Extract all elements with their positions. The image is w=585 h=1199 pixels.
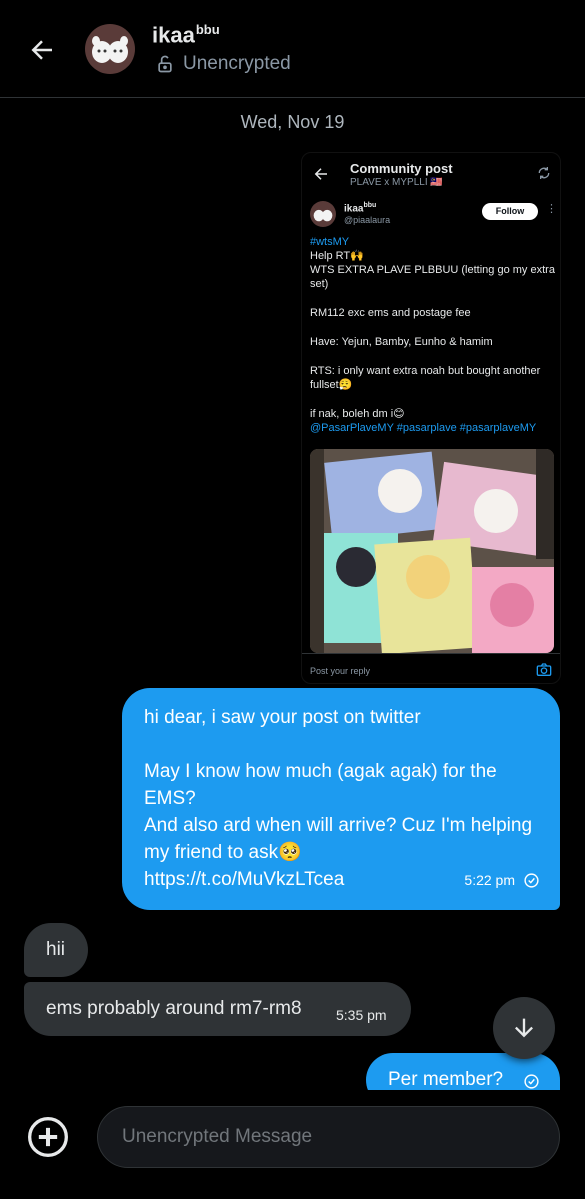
plus-circle-icon	[28, 1117, 68, 1157]
post-hashtag: #wtsMY	[310, 236, 350, 248]
post-photo	[310, 449, 554, 653]
encryption-status: Unencrypted	[155, 53, 291, 75]
shared-post-image[interactable]: Community post PLAVE x MYPLLI 🇲🇾 ikaabbu…	[301, 152, 561, 684]
message-bubble-incoming[interactable]: ems probably around rm7-rm8 5:35 pm	[24, 982, 411, 1036]
post-line: Have: Yejun, Bamby, Eunho & hamim	[310, 336, 493, 348]
message-bubble-outgoing[interactable]: hi dear, i saw your post on twitter May …	[122, 688, 560, 910]
check-circle-icon	[524, 1074, 539, 1089]
message-text: hii	[46, 939, 66, 960]
post-line: Help RT🙌	[310, 250, 364, 262]
conversation-header: ikaabbu Unencrypted	[0, 0, 585, 98]
shared-post-username: ikaabbu	[344, 202, 376, 214]
message-meta: 5:35 pm	[336, 1002, 387, 1029]
check-circle-icon	[524, 873, 539, 888]
message-time: 5:35 pm	[336, 1007, 387, 1023]
more-vertical-icon: ⋮	[546, 203, 557, 215]
shared-post-title: Community post	[350, 161, 453, 176]
add-attachment-button[interactable]	[25, 1114, 71, 1160]
lock-open-icon	[158, 55, 172, 73]
message-time: 5:22 pm	[464, 872, 515, 888]
date-separator: Wed, Nov 19	[240, 112, 345, 132]
message-text: hi dear, i saw your post on twitter	[144, 707, 421, 728]
refresh-icon	[538, 167, 550, 179]
camera-icon	[536, 663, 552, 677]
follow-button: Follow	[482, 203, 538, 220]
contact-name-text: ikaa	[152, 22, 195, 48]
shared-post-username-sup: bbu	[363, 202, 377, 209]
shared-post-header: Community post PLAVE x MYPLLI 🇲🇾	[302, 153, 560, 197]
scroll-to-bottom-button[interactable]	[493, 997, 555, 1059]
shared-post-text: #wtsMY Help RT🙌 WTS EXTRA PLAVE PLBBUU (…	[310, 235, 556, 435]
message-text: Per member?	[388, 1069, 504, 1090]
message-composer	[0, 1090, 585, 1199]
contact-name-sup: bbu	[195, 22, 220, 37]
contact-avatar[interactable]	[85, 24, 135, 74]
message-text: And also ard when will arrive? Cuz I'm h…	[144, 815, 533, 863]
back-button[interactable]	[22, 30, 62, 70]
message-input[interactable]	[97, 1106, 560, 1168]
shared-post-username-text: ikaa	[344, 203, 364, 215]
post-mentions: @PasarPlaveMY #pasarplave #pasarplaveMY	[310, 422, 537, 434]
post-line: RTS: i only want extra noah but bought a…	[310, 365, 541, 391]
shared-post-reply-bar: Post your reply	[302, 653, 560, 683]
shared-post-handle: @piaalaura	[344, 215, 391, 225]
shared-post-avatar	[310, 201, 336, 227]
message-meta	[523, 1073, 540, 1090]
arrow-left-icon	[314, 168, 327, 180]
message-text: ems probably around rm7-rm8	[46, 998, 302, 1019]
post-line: RM112 exc ems and postage fee	[310, 307, 471, 319]
message-meta: 5:22 pm	[464, 867, 540, 894]
contact-name[interactable]: ikaabbu	[152, 22, 220, 48]
shared-post-subtitle: PLAVE x MYPLLI 🇲🇾	[350, 177, 443, 188]
message-bubble-incoming[interactable]: hii	[24, 923, 88, 977]
shared-post-user: ikaabbu @piaalaura Follow ⋮	[310, 201, 557, 231]
encryption-status-text: Unencrypted	[183, 53, 291, 74]
message-text: May I know how much (agak agak) for the …	[144, 761, 497, 809]
post-line: if nak, boleh dm i😊	[310, 408, 405, 420]
arrow-left-icon	[31, 40, 52, 60]
post-line: WTS EXTRA PLAVE PLBBUU (letting go my ex…	[310, 264, 555, 290]
arrow-down-icon	[515, 1018, 533, 1038]
reply-placeholder: Post your reply	[310, 666, 371, 676]
